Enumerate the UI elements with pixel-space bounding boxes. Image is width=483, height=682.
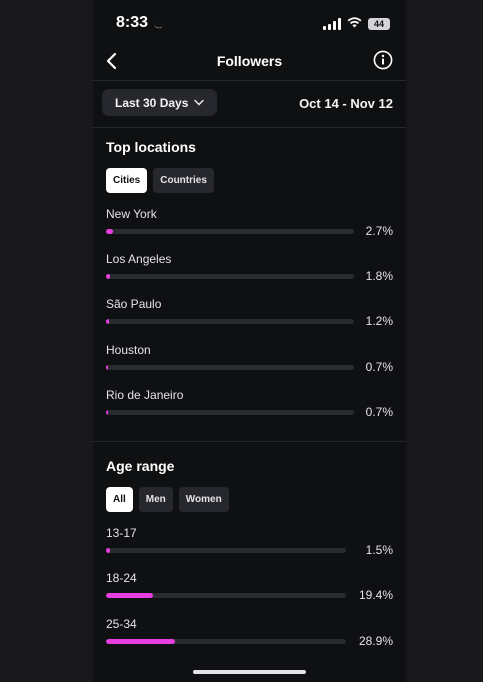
page-title: Followers <box>216 53 283 69</box>
age-bar-track <box>106 548 346 553</box>
location-label: Los Angeles <box>106 252 172 266</box>
cellular-signal-icon <box>323 18 341 30</box>
date-range-text: Oct 14 - Nov 12 <box>299 96 393 111</box>
location-bar-track <box>106 410 354 415</box>
location-bar-fill <box>106 229 113 234</box>
battery-level: 44 <box>373 19 384 29</box>
location-row: São Paulo 1.2% <box>106 297 393 333</box>
status-time-label: 8:33 <box>116 14 149 31</box>
location-bar-fill <box>106 365 108 370</box>
age-label: 25-34 <box>106 617 137 631</box>
location-bar-fill <box>106 410 108 415</box>
location-bar-track <box>106 365 354 370</box>
date-divider <box>93 127 406 128</box>
top-locations-title: Top locations <box>106 139 196 155</box>
location-bar-fill <box>106 274 111 279</box>
location-bar-track <box>106 274 354 279</box>
info-icon <box>373 50 393 70</box>
tab-countries[interactable]: Countries <box>153 168 214 193</box>
location-value: 1.8% <box>365 269 393 283</box>
status-indicators: 44 <box>323 15 390 33</box>
location-row: Rio de Janeiro 0.7% <box>106 388 393 424</box>
location-row: Houston 0.7% <box>106 343 393 379</box>
tab-cities[interactable]: Cities <box>106 168 148 193</box>
age-value: 19.4% <box>358 588 393 602</box>
chevron-down-icon <box>194 99 205 106</box>
header: Followers <box>93 40 406 82</box>
location-label: Rio de Janeiro <box>106 388 184 402</box>
age-bar-fill <box>106 639 176 644</box>
location-label: São Paulo <box>106 297 162 311</box>
moon-icon <box>152 17 164 29</box>
location-bar-track <box>106 319 354 324</box>
tab-women[interactable]: Women <box>178 487 229 512</box>
wifi-icon <box>347 15 362 33</box>
age-bar-track <box>106 593 346 598</box>
phone-screen: 8:33 44 Followers Last 30 Days Oct 14 - … <box>93 0 406 682</box>
location-value: 2.7% <box>365 224 393 238</box>
location-value: 1.2% <box>365 314 393 328</box>
location-row: New York 2.7% <box>106 207 393 243</box>
location-tabs: Cities Countries <box>106 168 214 193</box>
tab-all[interactable]: All <box>106 487 133 512</box>
location-label: Houston <box>106 343 151 357</box>
age-value: 1.5% <box>365 543 393 557</box>
header-divider <box>93 80 406 81</box>
date-range-dropdown[interactable]: Last 30 Days <box>102 89 218 116</box>
info-button[interactable] <box>372 49 394 71</box>
location-bar-fill <box>106 319 109 324</box>
section-divider <box>93 441 406 442</box>
age-label: 18-24 <box>106 571 137 585</box>
battery-icon: 44 <box>368 18 390 30</box>
location-row: Los Angeles 1.8% <box>106 252 393 288</box>
status-time: 8:33 <box>116 14 164 32</box>
age-value: 28.9% <box>358 634 393 648</box>
date-range-label: Last 30 Days <box>115 95 189 110</box>
location-label: New York <box>106 207 157 221</box>
age-row: 18-24 19.4% <box>106 571 393 607</box>
location-bar-track <box>106 229 354 234</box>
age-bar-track <box>106 639 346 644</box>
age-range-title: Age range <box>106 458 175 474</box>
age-label: 13-17 <box>106 526 137 540</box>
age-row: 25-34 28.9% <box>106 617 393 653</box>
age-bar-fill <box>106 548 110 553</box>
location-value: 0.7% <box>365 360 393 374</box>
age-range-tabs: All Men Women <box>106 487 229 512</box>
age-bar-fill <box>106 593 153 598</box>
home-indicator[interactable] <box>193 670 306 674</box>
location-value: 0.7% <box>365 405 393 419</box>
tab-men[interactable]: Men <box>138 487 173 512</box>
age-row: 13-17 1.5% <box>106 526 393 562</box>
